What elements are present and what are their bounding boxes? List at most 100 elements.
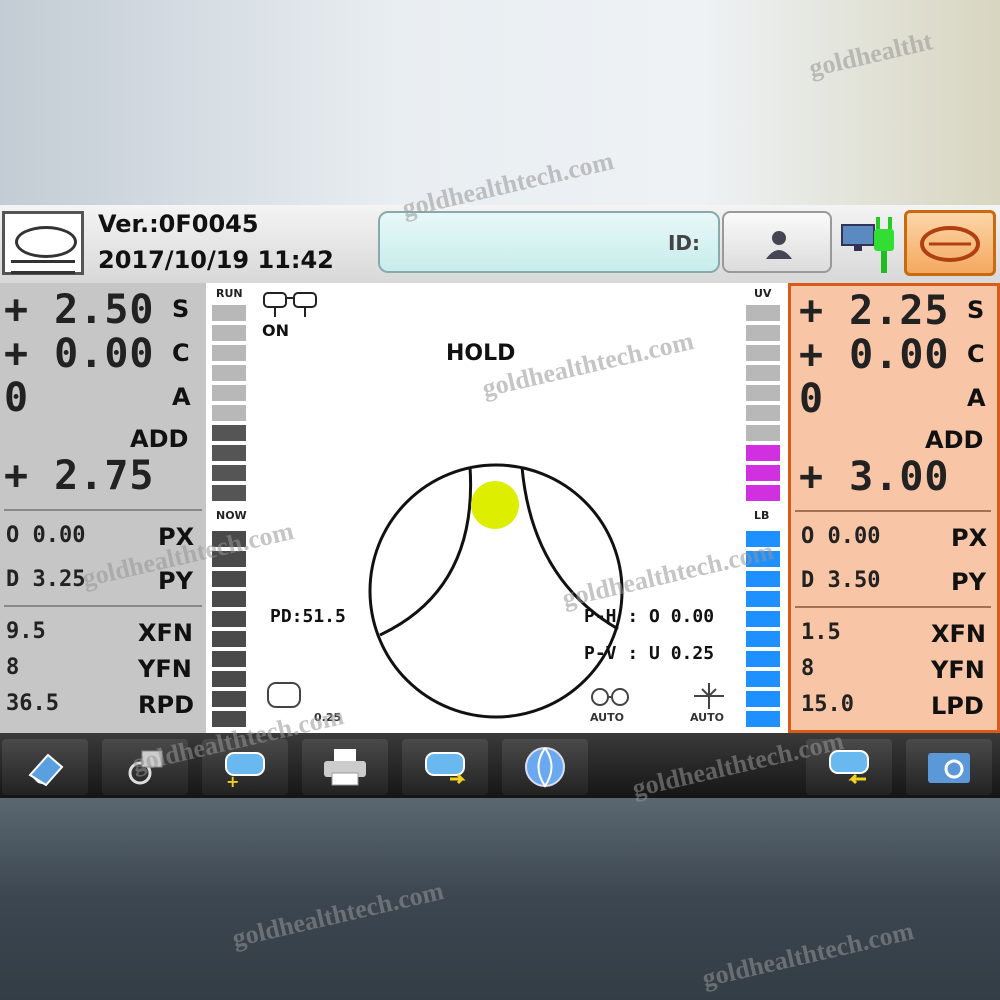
px-label: PX: [158, 523, 195, 551]
level-cell: [746, 365, 780, 381]
level-cell: [212, 405, 246, 421]
yfn-value: 8: [6, 655, 20, 680]
level-cell: [212, 611, 246, 627]
on-label: ON: [262, 321, 289, 340]
xfn-label: XFN: [931, 620, 986, 648]
lens-icon: [920, 226, 980, 262]
py-label: PY: [158, 567, 193, 595]
lens-type-button[interactable]: [904, 210, 996, 276]
lens-center-dot: [471, 481, 519, 529]
eraser-button[interactable]: [2, 739, 88, 795]
level-cell: [212, 691, 246, 707]
py-value: D 3.25: [6, 567, 86, 592]
pd-readout: PD:51.5: [270, 606, 346, 627]
divider: [4, 509, 202, 511]
level-cell: [746, 345, 780, 361]
px-value: O 0.00: [801, 524, 881, 549]
left-level-bar-bottom: [212, 529, 246, 729]
glasses-icon: [263, 292, 317, 317]
datetime-label: 2017/10/19 11:42: [98, 246, 334, 274]
prism-v-readout: P-V : U 0.25: [584, 643, 715, 664]
c-value: + 0.00: [4, 331, 155, 377]
now-tag: NOW: [216, 509, 247, 522]
level-cell: [746, 591, 780, 607]
xfn-label: XFN: [138, 619, 193, 647]
level-cell: [212, 551, 246, 567]
crosshair-icon: [694, 683, 724, 709]
level-cell: [746, 671, 780, 687]
level-cell: [746, 465, 780, 481]
settings-icon: [928, 753, 970, 783]
version-label: Ver.:0F0045: [98, 210, 259, 238]
monitor-icon: [841, 224, 875, 251]
lens-add-button[interactable]: +: [202, 739, 288, 795]
eraser-icon: [28, 753, 64, 787]
level-cell: [746, 445, 780, 461]
lens-target-diagram: [368, 463, 624, 719]
add-label: ADD: [130, 425, 189, 453]
mode-logo-button[interactable]: [2, 211, 84, 275]
level-cell: [746, 425, 780, 441]
globe-button[interactable]: [502, 739, 588, 795]
level-cell: [746, 385, 780, 401]
lpd-label: LPD: [931, 692, 984, 720]
divider: [795, 510, 991, 512]
level-cell: [746, 325, 780, 341]
level-cell: [746, 571, 780, 587]
settings-button[interactable]: [906, 739, 992, 795]
yfn-value: 8: [801, 656, 815, 681]
level-cell: [212, 465, 246, 481]
level-cell: [212, 425, 246, 441]
rpd-label: RPD: [138, 691, 194, 719]
lens-compare-icon: [829, 750, 869, 785]
c-value: + 0.00: [799, 332, 950, 378]
lens-compare-button[interactable]: [806, 739, 892, 795]
level-cell: [212, 591, 246, 607]
globe-icon: [525, 747, 565, 788]
level-cell: [212, 365, 246, 381]
yfn-label: YFN: [138, 655, 192, 683]
rotate-button[interactable]: [102, 739, 188, 795]
caption-right: AUTO: [690, 711, 724, 724]
add-value: + 2.75: [4, 453, 155, 499]
background-bottom: [0, 798, 1000, 1000]
divider: [4, 605, 202, 607]
level-cell: [746, 551, 780, 567]
run-tag: RUN: [216, 287, 243, 300]
a-value: 0: [4, 375, 30, 421]
logo-lines: [11, 260, 75, 274]
level-cell: [212, 305, 246, 321]
print-button[interactable]: [302, 739, 388, 795]
lens-transfer-button[interactable]: [402, 739, 488, 795]
lens-oval-icon: [15, 226, 77, 258]
s-value: + 2.50: [4, 287, 155, 333]
user-icon: [766, 231, 792, 259]
level-cell: [746, 305, 780, 321]
id-label: ID:: [667, 231, 700, 255]
lens-add-icon: +: [225, 752, 265, 789]
background-top: [0, 0, 1000, 205]
left-lens-panel: + 2.25 S + 0.00 C 0 A ADD + 3.00 O 0.00 …: [788, 283, 1000, 733]
right-lens-panel: + 2.50 S + 0.00 C 0 A ADD + 2.75 O 0.00 …: [0, 283, 206, 733]
glasses-auto-icon: [591, 688, 629, 706]
a-label: A: [172, 383, 191, 411]
level-cell: [212, 671, 246, 687]
hold-status: HOLD: [446, 341, 516, 366]
s-label: S: [172, 295, 190, 323]
level-cell: [746, 485, 780, 501]
svg-text:+: +: [226, 772, 239, 789]
id-input[interactable]: ID:: [378, 211, 720, 273]
prism-h-readout: P-H : O 0.00: [584, 606, 715, 627]
caption-left: 0.25: [314, 711, 342, 724]
divider: [795, 606, 991, 608]
a-label: A: [967, 384, 986, 412]
level-cell: [746, 611, 780, 627]
level-cell: [212, 485, 246, 501]
header-bar: Ver.:0F0045 2017/10/19 11:42 ID:: [0, 205, 1000, 283]
xfn-value: 1.5: [801, 620, 841, 645]
rotate-icon: [128, 750, 163, 785]
user-button[interactable]: [722, 211, 832, 273]
lens-transfer-icon: [425, 752, 466, 785]
lens-shape-icon: [267, 682, 301, 708]
level-cell: [212, 571, 246, 587]
